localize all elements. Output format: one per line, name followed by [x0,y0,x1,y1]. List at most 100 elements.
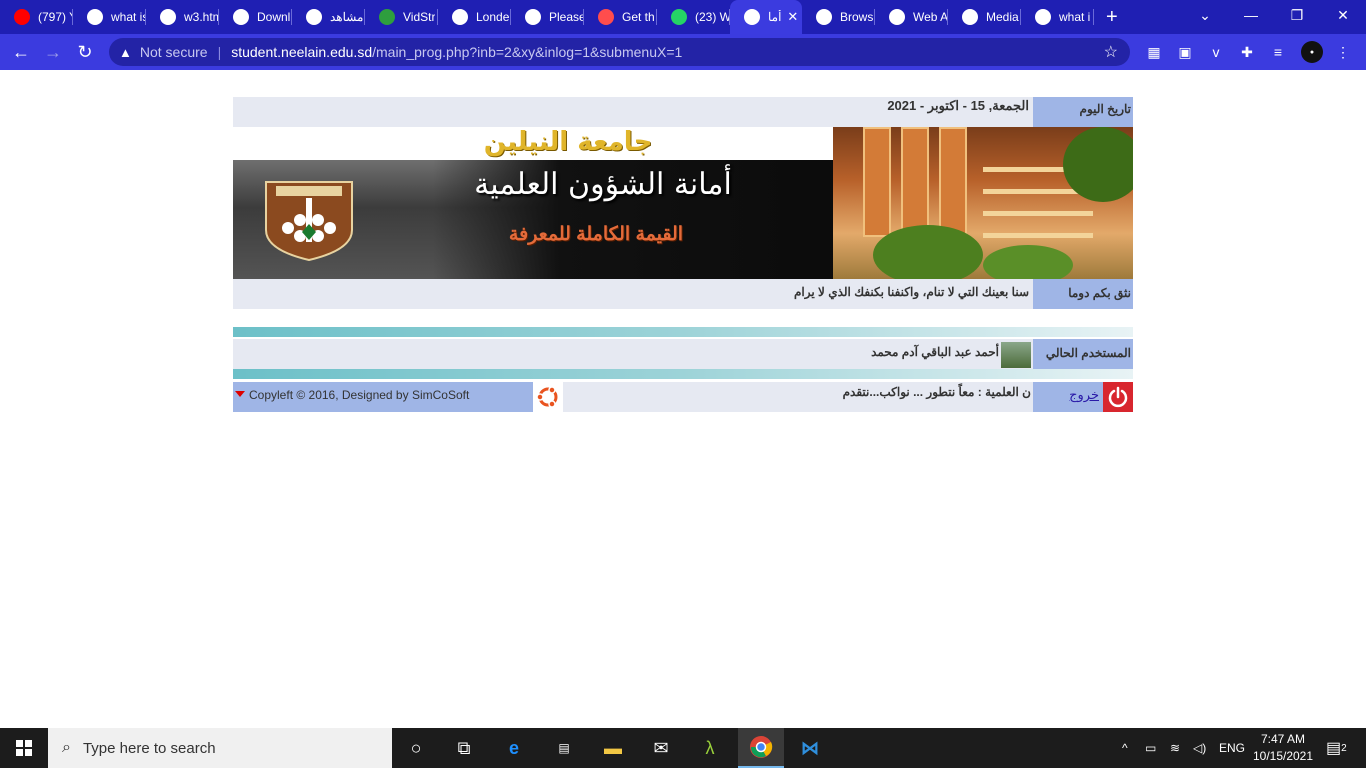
page-content: الجمعة, 15 - اكتوبر - 2021 تاريخ اليوم ج… [233,97,1133,412]
edge-icon[interactable]: e [490,728,538,768]
clock[interactable]: 7:47 AM 10/15/2021 [1246,728,1320,768]
divider-stripe [233,369,1133,379]
search-placeholder: Type here to search [82,739,216,757]
news-ticker: ن العلمية : معاً نتطور ... نواكب...نتقدم [563,382,1033,412]
forward-button[interactable]: → [37,36,69,68]
link-icon [598,9,614,25]
back-button[interactable]: ← [5,36,37,68]
vscode-icon[interactable]: ⋈ [786,728,834,768]
task-view-icon[interactable]: ⧉ [440,728,488,768]
date-row: الجمعة, 15 - اكتوبر - 2021 تاريخ اليوم [233,97,1133,127]
tab-search-icon[interactable]: ⌄ [1182,0,1228,30]
translate-extension-icon[interactable]: ▦ [1144,42,1164,62]
browser-tab[interactable]: w3.htm [146,0,219,34]
url-host: student.neelain.edu.sd [231,44,373,60]
media-player-classic-icon[interactable]: ▤ [540,728,588,768]
cortana-icon[interactable]: ○ [392,728,440,768]
browser-tab-strip: (797) Y what is w3.htm Downl مشاهد VidStr Lond… [0,0,1366,34]
close-window-button[interactable]: ✕ [1320,0,1366,30]
globe-icon [452,9,468,25]
user-label: المستخدم الحالي [1033,339,1133,369]
browser-tab[interactable]: Please [511,0,584,34]
tab-title: what i [1059,10,1091,24]
browser-tab[interactable]: Get th [584,0,657,34]
date-value: الجمعة, 15 - اكتوبر - 2021 [887,98,1029,113]
tab-title: Downl [257,10,291,24]
security-label[interactable]: Not secure [140,44,208,60]
puzzle-extensions-icon[interactable]: ✚ [1237,42,1257,62]
browser-tab[interactable]: Web A [875,0,948,34]
browser-tab[interactable]: أما ✕ [730,0,802,34]
search-icon: ⌕ [62,739,71,756]
reload-button[interactable]: ↻ [69,36,101,68]
restore-button[interactable]: ❐ [1274,0,1320,30]
browser-tab[interactable]: Brows [802,0,875,34]
university-name: جامعة النيلين [483,127,653,157]
tab-title: VidStr [403,10,436,24]
media-control-icon[interactable]: ≡ [1268,42,1288,62]
tray-expand-icon[interactable]: ^ [1122,728,1128,768]
motto-label: نثق بكم دوما [1033,279,1133,309]
language-indicator[interactable]: ENG [1219,728,1245,768]
user-name: أحمد عبد الباقي آدم محمد [871,345,999,359]
warning-icon: ▲ [119,44,132,60]
browser-tab[interactable]: what is [73,0,146,34]
volume-icon[interactable]: ◁) [1193,728,1206,768]
windows-logo-icon [16,740,32,756]
address-bar[interactable]: ▲ Not secure | student.neelain.edu.sd/ma… [109,38,1130,66]
browser-tab[interactable]: Downl [219,0,292,34]
whatsapp-icon [671,9,687,25]
minimize-button[interactable]: — [1228,0,1274,30]
tab-title: Brows [840,10,874,24]
battery-icon[interactable]: ▭ [1145,728,1156,768]
browser-tab[interactable]: (797) Y [0,0,73,34]
google-icon [1035,9,1051,25]
mail-icon[interactable]: ✉ [637,728,685,768]
file-explorer-icon[interactable]: ▬ [589,728,637,768]
logout-link[interactable]: خروج [1069,387,1099,403]
power-icon[interactable] [1103,382,1133,412]
browser-tab[interactable]: Londe [438,0,511,34]
motto-row: سنا بعينك التي لا تنام، واكنفنا بكنفك ال… [233,279,1133,309]
tab-title: مشاهد [330,10,364,24]
chrome-icon[interactable] [738,728,784,768]
site-icon [306,9,322,25]
vimeo-extension-icon[interactable]: v [1206,42,1226,62]
browser-tab[interactable]: مشاهد [292,0,365,34]
logout-cell: خروج [1033,382,1103,412]
extension-icon[interactable]: ▣ [1175,42,1195,62]
university-logo [265,181,353,262]
banner: جامعة النيلين أمانة الشؤون العلمية القيم… [233,127,1133,279]
user-row: أحمد عبد الباقي آدم محمد المستخدم الحالي [233,339,1133,369]
browser-menu-icon[interactable]: ⋮ [1333,42,1353,62]
motto-value: سنا بعينك التي لا تنام، واكنفنا بكنفك ال… [793,285,1029,299]
close-tab-icon[interactable]: ✕ [787,9,798,25]
new-tab-button[interactable]: + [1106,0,1118,34]
tab-title: Get th [622,10,655,24]
lambda-app-icon[interactable]: λ [686,728,734,768]
globe-icon [160,9,176,25]
address-separator: | [217,44,222,60]
notifications-icon[interactable]: ▤ 2 [1326,728,1347,768]
tab-title: أما [768,10,782,24]
start-button[interactable] [0,728,48,768]
graduation-cap-icon [889,9,905,25]
clock-date: 10/15/2021 [1252,749,1314,763]
browser-tab[interactable]: (23) W [657,0,730,34]
download-icon [233,9,249,25]
copyright-text: Copyleft © 2016, Designed by SimCoSoft [233,382,533,412]
globe-icon [744,9,760,25]
profile-avatar[interactable]: ● [1301,41,1323,63]
tab-title: Web A [913,10,948,24]
wifi-icon[interactable]: ≋ [1170,728,1180,768]
browser-tab[interactable]: VidStr [365,0,438,34]
taskbar-search-box[interactable]: ⌕ Type here to search [48,728,392,768]
medium-icon [816,9,832,25]
ubuntu-icon [533,382,563,412]
browser-tab[interactable]: what i [1021,0,1094,34]
graduation-cap-icon [962,9,978,25]
bookmark-star-icon[interactable]: ☆ [1104,42,1118,62]
vidstream-icon [379,9,395,25]
browser-tab[interactable]: Media [948,0,1021,34]
